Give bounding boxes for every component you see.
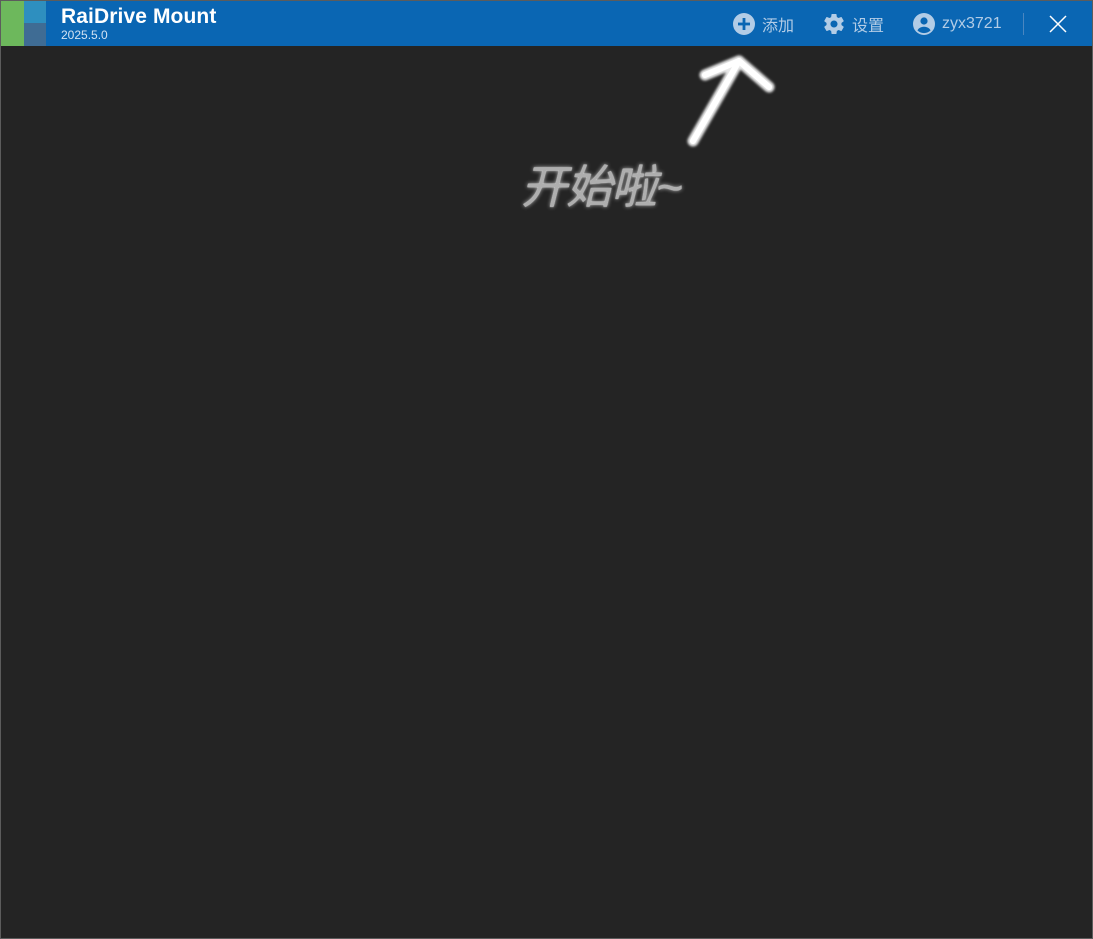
add-button-label: 添加 — [762, 18, 795, 35]
user-circle-icon — [913, 13, 935, 35]
app-version: 2025.5.0 — [61, 28, 108, 42]
close-button[interactable] — [1041, 7, 1075, 41]
user-name-label: zyx3721 — [942, 15, 1002, 32]
raidrive-window: RaiDrive Mount 2025.5.0 添加 设置 zyx3721 开始… — [0, 0, 1093, 939]
start-hint-text: 开始啦~ — [521, 161, 683, 213]
toolbar-divider — [1023, 13, 1024, 35]
app-title: RaiDrive Mount — [61, 5, 217, 28]
arrow-up-icon — [687, 55, 775, 147]
close-icon — [1049, 15, 1067, 33]
title-bar: RaiDrive Mount 2025.5.0 添加 设置 zyx3721 — [1, 1, 1092, 46]
title-block: RaiDrive Mount 2025.5.0 — [61, 5, 216, 42]
settings-button[interactable]: 设置 — [822, 11, 884, 37]
raidrive-logo-icon — [1, 1, 46, 46]
settings-button-label: 设置 — [852, 18, 885, 35]
plus-circle-icon — [733, 13, 755, 35]
user-account-button[interactable]: zyx3721 — [912, 11, 1002, 37]
add-button[interactable]: 添加 — [732, 11, 794, 37]
gear-icon — [824, 14, 844, 34]
